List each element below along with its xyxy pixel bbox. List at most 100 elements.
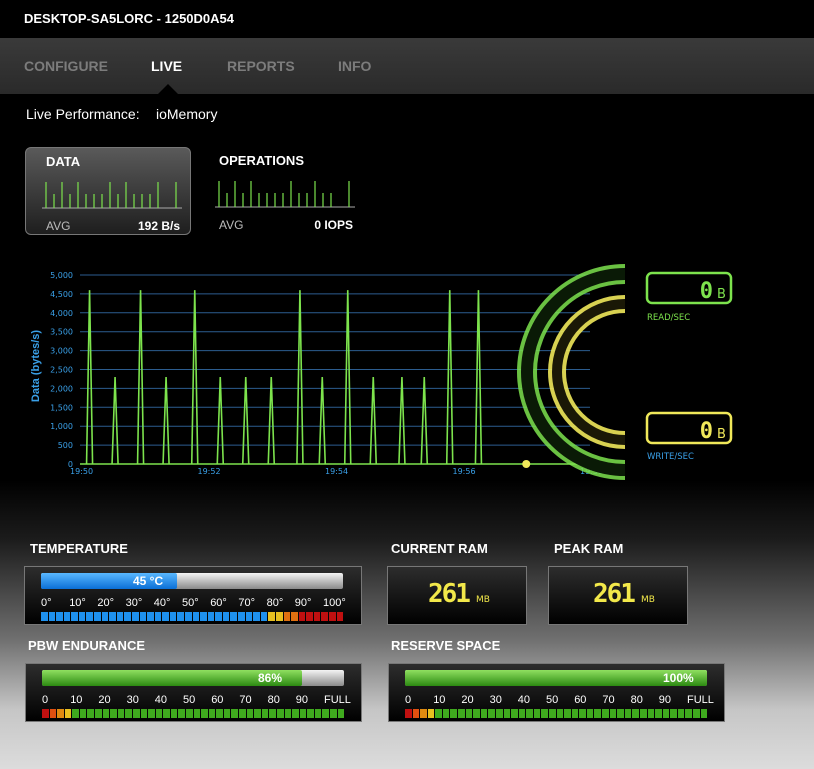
data-spike [445,290,454,465]
scale-segment [95,709,102,718]
write-value: 0 [700,419,713,444]
scale-segment [261,709,269,718]
scale-label: 40° [153,597,171,609]
scale-segment [328,612,336,621]
scale-segment [216,709,223,718]
scale-segment [692,709,700,718]
operations-avg-value: 0 IOPS [314,218,353,232]
scale-segment [102,709,110,718]
temperature-panel: 45 °C 0° 10° 20° 30° 40° 50° 60° 70° 80° 90° 100° [24,566,362,625]
device-name[interactable]: ioMemory [156,106,217,122]
reserve-space-label: RESERVE SPACE [391,638,501,653]
scale-segment [208,709,216,718]
scale-segment [480,709,488,718]
scale-label: 100° [323,597,346,609]
scale-segment [178,709,185,718]
scale-segment [617,709,624,718]
scale-segment [253,612,260,621]
scale-label: 10 [433,694,446,706]
scale-segment [336,612,344,621]
scale-segment [41,612,48,621]
scale-segment [700,709,708,718]
scale-segment [48,612,56,621]
data-avg-label: AVG [46,219,71,233]
reserve-space-panel: 100% 0 10 20 30 40 50 60 70 80 90 FULL [388,663,725,722]
scale-label: 30 [489,694,502,706]
scale-segment [677,709,685,718]
scale-label: 60 [574,694,587,706]
scale-segment [292,709,299,718]
scale-segment [139,612,147,621]
scale-segment [169,612,177,621]
data-spike [111,377,119,465]
live-performance-header: Live Performance: ioMemory [26,106,217,122]
scale-segment [495,709,503,718]
operations-metric-card[interactable]: OPERATIONS AVG 0 IOPS [199,147,363,233]
scale-segment [148,709,155,718]
scale-segment [56,612,63,621]
scale-label: 0 [42,694,49,706]
throughput-gauge: 0 B READ/SEC 0 B WRITE/SEC [517,264,733,480]
scale-segment [154,612,162,621]
tab-configure[interactable]: CONFIGURE [24,58,108,74]
scale-segment [632,709,639,718]
scale-label: 70 [239,694,252,706]
scale-segment [321,612,328,621]
scale-segment [662,709,670,718]
scale-segment [465,709,473,718]
scale-segment [473,709,480,718]
tab-reports[interactable]: REPORTS [227,58,295,74]
scale-segment [322,709,329,718]
data-spike [369,377,378,465]
scale-segment [147,612,154,621]
scale-label: 50 [546,694,559,706]
scale-segment [200,612,207,621]
y-tick-label: 1,000 [50,422,73,431]
y-tick-labels: 5,000 4,500 4,000 3,500 3,000 2,500 2,000 1,500… [50,271,73,469]
read-unit: B [717,287,726,302]
operations-sparkline [215,181,355,208]
scale-segment [511,709,518,718]
scale-segment [117,709,125,718]
scale-label: 90 [658,694,672,706]
pbw-endurance-label: PBW ENDURANCE [28,638,145,653]
x-tick-label: 19:54 [325,467,348,476]
write-unit: B [717,427,726,442]
scale-segment [329,709,337,718]
scale-segment [594,709,602,718]
temperature-color-strip [41,612,344,621]
scale-label: 30 [126,694,139,706]
data-metric-card[interactable]: DATA AVG 192 B/s [25,147,191,235]
scale-segment [193,709,201,718]
data-spike [318,377,327,465]
scale-segment [207,612,215,621]
tab-live[interactable]: LIVE [151,58,182,74]
y-tick-label: 2,000 [50,384,73,393]
app-window: DESKTOP-SA5LORC - 1250D0A54 CONFIGURE LI… [0,0,814,769]
scale-segment [556,709,564,718]
scale-segment [670,709,677,718]
scale-segment [602,709,609,718]
scale-segment [42,709,49,718]
scale-segment [71,612,78,621]
tab-info[interactable]: INFO [338,58,371,74]
data-spike [190,290,199,465]
y-tick-label: 4,000 [50,309,73,318]
scale-segment [64,709,72,718]
scale-segment [571,709,579,718]
data-spike [162,377,170,465]
scale-segment [609,709,617,718]
scale-label: 50° [182,597,199,609]
scale-label: 0° [41,597,52,609]
reserve-bar-fill [405,670,707,686]
scale-segment [185,709,193,718]
scale-segment [110,709,117,718]
data-spike [267,377,276,465]
scale-segment [420,709,427,718]
data-spike [420,377,429,465]
scale-segment [192,612,200,621]
scale-segment [313,612,321,621]
scale-segment [57,709,64,718]
temperature-label: TEMPERATURE [30,541,128,556]
scale-segment [170,709,178,718]
